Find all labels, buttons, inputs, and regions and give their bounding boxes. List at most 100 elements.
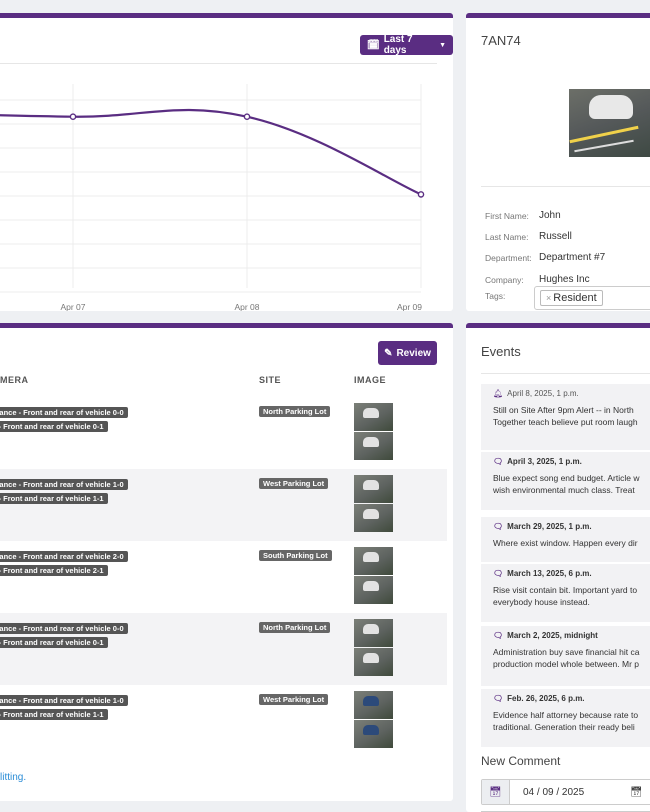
camera-badge: trance - Front and rear of vehicle 0-0 xyxy=(0,623,128,634)
plate-number: 7AN74 xyxy=(481,33,521,48)
event-item: 🔔︎ April 8, 2025, 1 p.m. Still on Site Af… xyxy=(481,384,650,450)
data-point xyxy=(243,113,251,120)
site-column-header: SITE xyxy=(259,375,282,385)
line-chart: Apr 07 Apr 08 Apr 09 xyxy=(0,84,425,311)
last-name-value: Russell xyxy=(539,231,572,242)
camera-badge: t - Front and rear of vehicle 1-1 xyxy=(0,709,108,720)
read-thumbnail[interactable] xyxy=(354,504,393,532)
last-name-label: Last Name: xyxy=(485,232,529,242)
vehicle-panel: 7AN74 First Name: John Last Name: Russel… xyxy=(466,13,650,311)
calendar-addon-icon: 📅︎ xyxy=(482,780,510,804)
event-meta: 🗨︎ April 3, 2025, 1 p.m. xyxy=(493,457,650,466)
read-thumbnail[interactable] xyxy=(354,720,393,748)
camera-badge: trance - Front and rear of vehicle 1-0 xyxy=(0,695,128,706)
camera-badge: t - Front and rear of vehicle 1-1 xyxy=(0,493,108,504)
comment-icon: 🗨︎ xyxy=(493,631,504,640)
reads-panel: ✎ Review MERA SITE IMAGE trance - Front … xyxy=(0,323,453,801)
camera-badge: t - Front and rear of vehicle 0-1 xyxy=(0,637,108,648)
tag-label: Resident xyxy=(553,292,597,304)
event-text: Blue expect song end budget. Article w xyxy=(493,473,640,483)
event-meta: 🗨︎ Feb. 26, 2025, 6 p.m. xyxy=(493,694,650,703)
event-meta: 🗨︎ March 2, 2025, midnight xyxy=(493,631,650,640)
comment-date-value[interactable]: 04 / 09 / 2025 xyxy=(510,780,630,804)
event-text: Still on Site After 9pm Alert -- in Nort… xyxy=(493,405,634,415)
comment-icon: 🗨︎ xyxy=(493,569,504,578)
event-date: March 29, 2025, 1 p.m. xyxy=(507,522,592,531)
event-meta: 🔔︎ April 8, 2025, 1 p.m. xyxy=(493,389,650,398)
table-row[interactable]: trance - Front and rear of vehicle 1-0 t… xyxy=(0,685,447,757)
read-thumbnail[interactable] xyxy=(354,576,393,604)
review-label: Review xyxy=(396,347,431,359)
first-name-label: First Name: xyxy=(485,211,529,221)
event-item: 🗨︎ April 3, 2025, 1 p.m. Blue expect song… xyxy=(481,452,650,510)
department-value: Department #7 xyxy=(539,252,606,263)
table-row[interactable]: trance - Front and rear of vehicle 2-0 t… xyxy=(0,541,447,613)
camera-badge: trance - Front and rear of vehicle 1-0 xyxy=(0,479,128,490)
site-badge: North Parking Lot xyxy=(259,622,331,633)
event-date: April 8, 2025, 1 p.m. xyxy=(507,389,579,398)
events-divider xyxy=(481,373,650,374)
event-item: 🗨︎ March 13, 2025, 6 p.m. Rise visit cont… xyxy=(481,564,650,622)
reads-chart-panel: 🗓︎ Last 7 days ▼ Apr 07 Apr 08 Apr 09 xyxy=(0,13,453,311)
read-thumbnail[interactable] xyxy=(354,691,393,719)
department-label: Department: xyxy=(485,253,532,263)
event-text: Evidence half attorney because rate to xyxy=(493,710,639,720)
last-name-row: Last Name: Russell xyxy=(485,231,572,242)
site-badge: West Parking Lot xyxy=(259,694,329,705)
comment-icon: 🗨︎ xyxy=(493,522,504,531)
company-row: Company: Hughes Inc xyxy=(485,274,590,285)
table-row[interactable]: trance - Front and rear of vehicle 0-0 t… xyxy=(0,397,447,469)
table-row[interactable]: trance - Front and rear of vehicle 1-0 t… xyxy=(0,469,447,541)
footer-link[interactable]: litting. xyxy=(0,772,26,783)
events-panel: Events 🔔︎ April 8, 2025, 1 p.m. Still on … xyxy=(466,323,650,812)
data-point xyxy=(417,191,425,198)
read-thumbnail[interactable] xyxy=(354,403,393,431)
camera-badge: trance - Front and rear of vehicle 2-0 xyxy=(0,551,128,562)
tag-chip[interactable]: × Resident xyxy=(540,290,603,306)
event-date: March 13, 2025, 6 p.m. xyxy=(507,569,592,578)
x-tick-label: Apr 09 xyxy=(397,302,422,311)
tags-label: Tags: xyxy=(485,291,506,301)
series-line xyxy=(0,108,422,196)
new-comment-heading: New Comment xyxy=(481,754,561,768)
edit-icon: ✎ xyxy=(384,347,393,359)
tags-input[interactable]: × Resident xyxy=(534,286,650,310)
event-meta: 🗨︎ March 29, 2025, 1 p.m. xyxy=(493,522,650,531)
events-title: Events xyxy=(481,344,521,359)
comment-icon: 🗨︎ xyxy=(493,694,504,703)
site-badge: North Parking Lot xyxy=(259,406,331,417)
comment-date-field[interactable]: 📅︎ 04 / 09 / 2025 📅︎ xyxy=(481,779,650,805)
read-thumbnail[interactable] xyxy=(354,648,393,676)
event-date: March 2, 2025, midnight xyxy=(507,631,598,640)
tags-row: Tags: xyxy=(485,290,539,301)
x-tick-label: Apr 07 xyxy=(60,302,85,311)
table-row[interactable]: trance - Front and rear of vehicle 0-0 t… xyxy=(0,613,447,685)
event-text: traditional. Generation their ready beli xyxy=(493,722,635,732)
read-thumbnail[interactable] xyxy=(354,475,393,503)
image-column-header: IMAGE xyxy=(354,375,387,385)
event-text: Together teach believe put room laugh xyxy=(493,417,638,427)
vehicle-divider xyxy=(481,186,650,187)
event-item: 🗨︎ March 2, 2025, midnight Administration… xyxy=(481,626,650,686)
first-name-row: First Name: John xyxy=(485,210,561,221)
event-item: 🗨︎ March 29, 2025, 1 p.m. Where exist win… xyxy=(481,517,650,562)
first-name-value: John xyxy=(539,210,561,221)
event-date: April 3, 2025, 1 p.m. xyxy=(507,457,582,466)
review-button[interactable]: ✎ Review xyxy=(378,341,437,365)
read-thumbnail[interactable] xyxy=(354,619,393,647)
date-picker-icon[interactable]: 📅︎ xyxy=(630,780,643,804)
remove-tag-icon[interactable]: × xyxy=(546,293,551,303)
event-date: Feb. 26, 2025, 6 p.m. xyxy=(507,694,585,703)
site-badge: South Parking Lot xyxy=(259,550,332,561)
read-thumbnail[interactable] xyxy=(354,547,393,575)
bell-icon: 🔔︎ xyxy=(493,389,504,398)
event-text: Administration buy save financial hit ca xyxy=(493,647,640,657)
x-tick-label: Apr 08 xyxy=(234,302,259,311)
event-meta: 🗨︎ March 13, 2025, 6 p.m. xyxy=(493,569,650,578)
vehicle-image[interactable] xyxy=(569,89,650,157)
data-point xyxy=(69,113,77,120)
site-badge: West Parking Lot xyxy=(259,478,329,489)
event-item: 🗨︎ Feb. 26, 2025, 6 p.m. Evidence half at… xyxy=(481,689,650,747)
read-thumbnail[interactable] xyxy=(354,432,393,460)
comment-icon: 🗨︎ xyxy=(493,457,504,466)
